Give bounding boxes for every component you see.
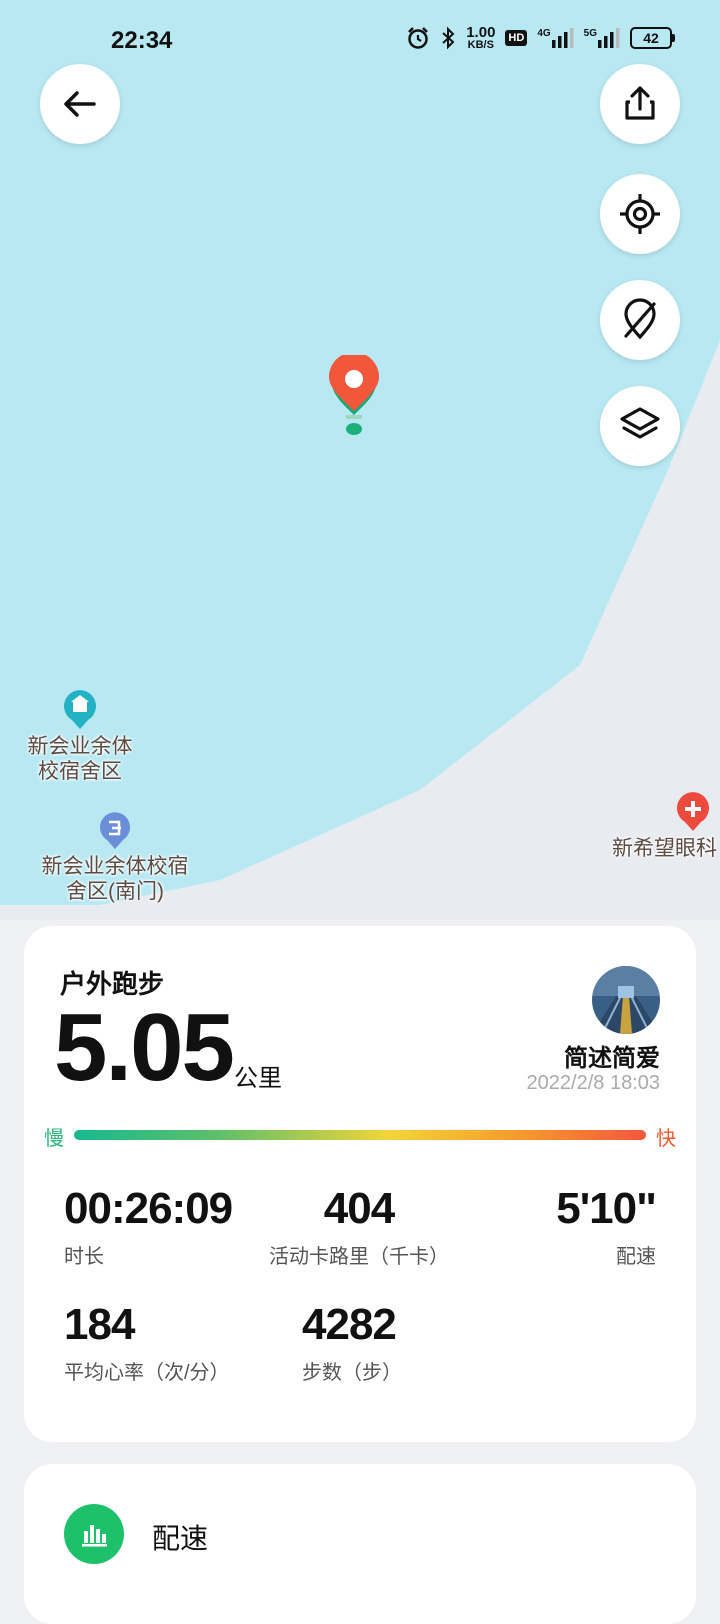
map-layers-button[interactable] (600, 386, 680, 466)
bar-chart-icon (64, 1504, 124, 1564)
pace-section-card[interactable]: 配速 (24, 1464, 696, 1624)
entrance-icon (100, 812, 130, 849)
hospital-icon (677, 792, 709, 831)
workout-datetime: 2022/2/8 18:03 (526, 1072, 660, 1094)
avatar[interactable] (592, 966, 660, 1034)
metric-heart-rate: 184 平均心率（次/分） (64, 1300, 230, 1385)
metric-value: 184 (64, 1300, 135, 1349)
location-off-icon (624, 298, 656, 340)
metric-pace: 5'10" 配速 (556, 1184, 657, 1269)
distance-value: 5.05 (54, 994, 235, 1101)
status-bar: 22:34 1.00 KB/S HD 4G 5G 42 (0, 0, 720, 84)
map-view[interactable]: 新会业余体 校宿舍区 新会业余体校宿 舍区(南门) 新希望眼科 (0, 0, 720, 920)
username: 简述简爱 (564, 1045, 660, 1072)
alarm-icon (406, 26, 430, 50)
distance-unit: 公里 (234, 1065, 282, 1092)
metric-label: 时长 (64, 1246, 104, 1268)
back-button[interactable] (40, 64, 120, 144)
hd-voice-icon: HD (505, 30, 528, 46)
pace-gradient-bar (74, 1130, 646, 1140)
metric-value: 5'10" (556, 1184, 657, 1233)
metric-label: 配速 (616, 1246, 656, 1268)
share-button[interactable] (600, 64, 680, 144)
poi-name: 舍区(南门) (66, 880, 164, 903)
poi-name: 新希望眼科 (612, 837, 717, 860)
metric-value: 00:26:09 (64, 1184, 233, 1233)
crosshair-icon (620, 194, 660, 234)
poi-name: 新会业余体校宿 (41, 855, 189, 878)
workout-summary-card: 户外跑步 5.05 公里 简述简爱 2022/2/8 18:03 慢 快 00:… (24, 926, 696, 1442)
poi-name: 校宿舍区 (38, 760, 122, 783)
poi-name: 新会业余体 (27, 735, 133, 758)
poi-dormitory[interactable]: 新会业余体 校宿舍区 (20, 690, 140, 784)
status-time: 22:34 (111, 27, 173, 54)
metric-label: 活动卡路里（千卡） (269, 1246, 449, 1268)
poi-dormitory-south-gate[interactable]: 新会业余体校宿 舍区(南门) (30, 812, 200, 904)
metric-calories: 404 活动卡路里（千卡） (264, 1184, 454, 1269)
share-icon (625, 86, 655, 120)
poi-eye-hospital[interactable]: 新希望眼科 (612, 792, 720, 861)
battery-icon: 42 (630, 27, 675, 49)
signal-4g-icon: 4G (537, 28, 574, 48)
metric-steps: 4282 步数（步） (302, 1300, 402, 1385)
pace-section-title: 配速 (152, 1523, 209, 1554)
pace-scale-slow-label: 慢 (44, 1128, 64, 1150)
layers-icon (620, 407, 660, 439)
hide-route-button[interactable] (600, 280, 680, 360)
building-icon (64, 690, 96, 729)
locate-button[interactable] (600, 174, 680, 254)
metric-duration: 00:26:09 时长 (64, 1184, 233, 1269)
pace-color-scale: 慢 快 (44, 1122, 676, 1152)
route-location-pin (329, 355, 379, 435)
metric-value: 404 (323, 1184, 395, 1233)
net-speed: 1.00 KB/S (466, 24, 496, 51)
signal-5g-icon: 5G (584, 28, 620, 48)
bluetooth-icon (440, 26, 456, 50)
metric-label: 平均心率（次/分） (64, 1362, 230, 1384)
pace-scale-fast-label: 快 (656, 1128, 676, 1150)
metric-value: 4282 (302, 1300, 397, 1349)
arrow-left-icon (64, 91, 96, 117)
metric-label: 步数（步） (302, 1362, 402, 1384)
